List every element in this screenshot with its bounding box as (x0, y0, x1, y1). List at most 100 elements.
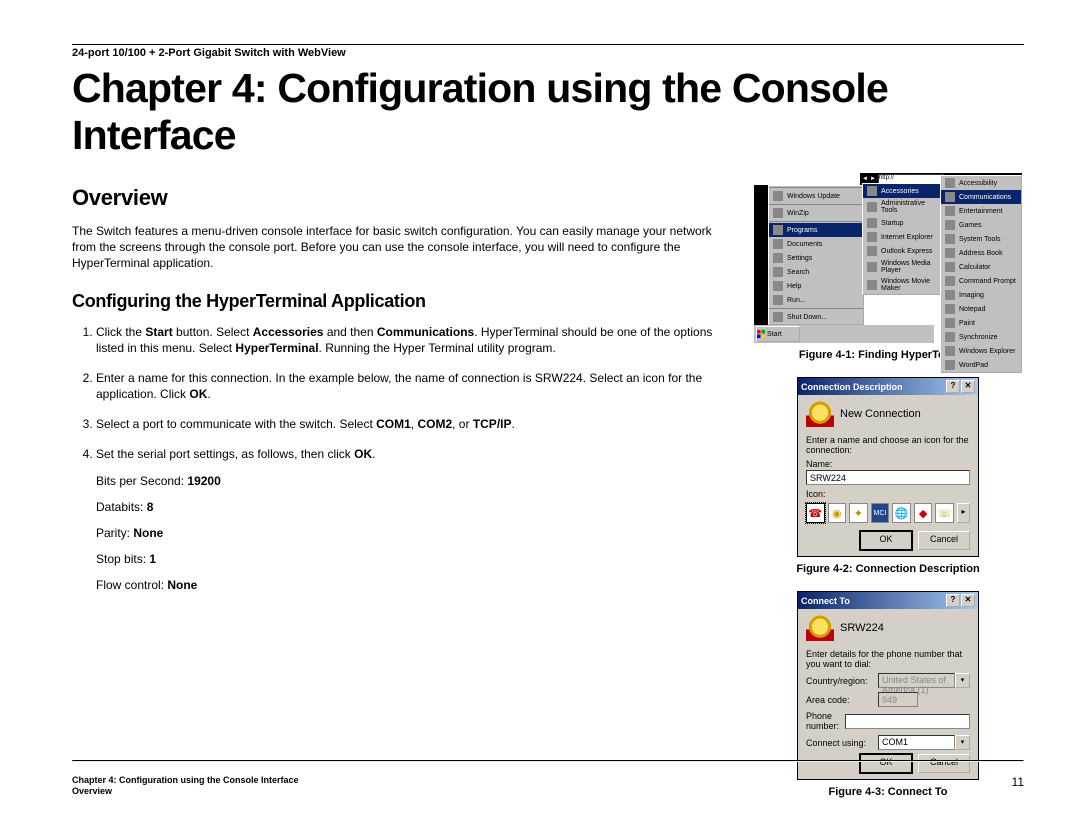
menu-item-label: Programs (787, 227, 817, 234)
menu-item-label: Settings (787, 255, 812, 262)
area-code-input[interactable] (878, 692, 918, 707)
section-overview: Overview (72, 183, 722, 213)
menu-item[interactable]: Documents (769, 237, 863, 251)
menu-item[interactable]: Windows Media Player (863, 258, 941, 276)
menu-item-label: Imaging (959, 292, 984, 299)
menu-item[interactable]: Help (769, 279, 863, 293)
name-input[interactable] (806, 470, 970, 485)
menu-item-icon (945, 276, 955, 286)
menu-item[interactable]: Accessibility (941, 176, 1021, 190)
ok-button[interactable]: OK (860, 754, 912, 773)
menu-item[interactable]: WinZip (769, 206, 863, 220)
menu-item-icon (945, 290, 955, 300)
menu-item-icon (945, 332, 955, 342)
menu-item[interactable]: Windows Movie Maker (863, 276, 941, 294)
cancel-button[interactable]: Cancel (918, 531, 970, 550)
menu-item[interactable]: Windows Update (769, 189, 863, 203)
cancel-button[interactable]: Cancel (918, 754, 970, 773)
menu-item[interactable]: Programs (769, 223, 863, 237)
menu-item[interactable]: Shut Down... (769, 310, 863, 324)
menu-item[interactable]: Command Prompt (941, 274, 1021, 288)
menu-item-label: Accessories (881, 188, 919, 195)
hyperterminal-icon (806, 615, 834, 641)
menu-item[interactable]: Notepad (941, 302, 1021, 316)
ok-button[interactable]: OK (860, 531, 912, 550)
menu-item[interactable]: Address Book (941, 246, 1021, 260)
connect-using-select[interactable]: COM1 (878, 735, 955, 750)
accessories-submenu: AccessibilityCommunicationsEntertainment… (940, 175, 1022, 373)
start-button[interactable]: Start (756, 326, 800, 342)
menu-item[interactable]: Synchronize (941, 330, 1021, 344)
icon-option-2[interactable]: ◉ (828, 503, 847, 523)
menu-item[interactable]: Calculator (941, 260, 1021, 274)
windows-side-banner (754, 185, 768, 325)
menu-item-icon (773, 253, 783, 263)
menu-item-icon (867, 232, 877, 242)
dropdown-icon[interactable]: ▾ (955, 735, 970, 750)
scroll-right[interactable]: ▸ (957, 503, 970, 523)
icon-option-4[interactable]: MCI (871, 503, 890, 523)
menu-item[interactable]: Imaging (941, 288, 1021, 302)
menu-item-icon (867, 202, 877, 212)
icon-option-6[interactable]: ◆ (914, 503, 933, 523)
menu-item-label: Search (787, 269, 809, 276)
menu-item-icon (867, 186, 877, 196)
figure-4-1: ◄ ► http:// Windows UpdateWinZipPrograms… (754, 183, 1022, 343)
icon-label: Icon: (806, 489, 970, 499)
footer-chapter: Chapter 4: Configuration using the Conso… (72, 775, 299, 787)
menu-item-label: Run... (787, 297, 806, 304)
dialog-prompt: Enter a name and choose an icon for the … (806, 435, 970, 455)
page-number: 11 (1012, 775, 1024, 798)
menu-item[interactable]: Entertainment (941, 204, 1021, 218)
menu-item[interactable]: Startup (863, 216, 941, 230)
phone-input[interactable] (845, 714, 970, 729)
country-label: Country/region: (806, 676, 872, 686)
menu-item-icon (867, 262, 877, 272)
menu-item-icon (867, 218, 877, 228)
help-button[interactable]: ? (946, 594, 960, 607)
menu-item[interactable]: Paint (941, 316, 1021, 330)
help-button[interactable]: ? (946, 380, 960, 393)
menu-item[interactable]: System Tools (941, 232, 1021, 246)
menu-item[interactable]: Run... (769, 293, 863, 307)
menu-item[interactable]: Accessories (863, 184, 941, 198)
figure-4-2-caption: Figure 4-2: Connection Description (752, 563, 1024, 575)
menu-item[interactable]: Games (941, 218, 1021, 232)
icon-option-5[interactable]: 🌐 (892, 503, 911, 523)
country-select[interactable]: United States of America (1) (878, 673, 955, 688)
menu-item-icon (773, 312, 783, 322)
menu-item-icon (773, 191, 783, 201)
connection-name: SRW224 (840, 622, 884, 634)
menu-item[interactable]: Internet Explorer (863, 230, 941, 244)
page-footer: Chapter 4: Configuration using the Conso… (72, 775, 1024, 798)
menu-item[interactable]: Search (769, 265, 863, 279)
dialog-title: Connect To (801, 596, 850, 606)
close-button[interactable]: ✕ (961, 594, 975, 607)
icon-option-1[interactable]: ☎ (806, 503, 825, 523)
menu-item-label: Windows Update (787, 193, 840, 200)
chapter-title: Chapter 4: Configuration using the Conso… (72, 65, 1024, 159)
menu-item-label: WinZip (787, 210, 809, 217)
menu-item[interactable]: Windows Explorer (941, 344, 1021, 358)
menu-item-label: Games (959, 222, 982, 229)
menu-item-icon (945, 346, 955, 356)
menu-item[interactable]: WordPad (941, 358, 1021, 372)
start-menu: Windows Update WinZip Programs Documents Set… (768, 185, 864, 325)
menu-item[interactable]: Settings (769, 251, 863, 265)
dropdown-icon[interactable]: ▾ (955, 673, 970, 688)
icon-option-3[interactable]: ✦ (849, 503, 868, 523)
footer-rule (72, 760, 1024, 762)
menu-item-icon (773, 295, 783, 305)
icon-option-7[interactable]: ☏ (935, 503, 954, 523)
new-connection-label: New Connection (840, 408, 921, 420)
close-button[interactable]: ✕ (961, 380, 975, 393)
menu-item-icon (945, 178, 955, 188)
menu-item[interactable]: Outlook Express (863, 244, 941, 258)
menu-item-icon (945, 206, 955, 216)
icon-picker[interactable]: ☎ ◉ ✦ MCI 🌐 ◆ ☏ ▸ (806, 503, 970, 523)
menu-item-icon (945, 360, 955, 370)
steps-list: Click the Start button. Select Accessori… (72, 324, 722, 594)
menu-item[interactable]: Communications (941, 190, 1021, 204)
menu-item[interactable]: Administrative Tools (863, 198, 941, 216)
step-4: Set the serial port settings, as follows… (96, 446, 722, 593)
